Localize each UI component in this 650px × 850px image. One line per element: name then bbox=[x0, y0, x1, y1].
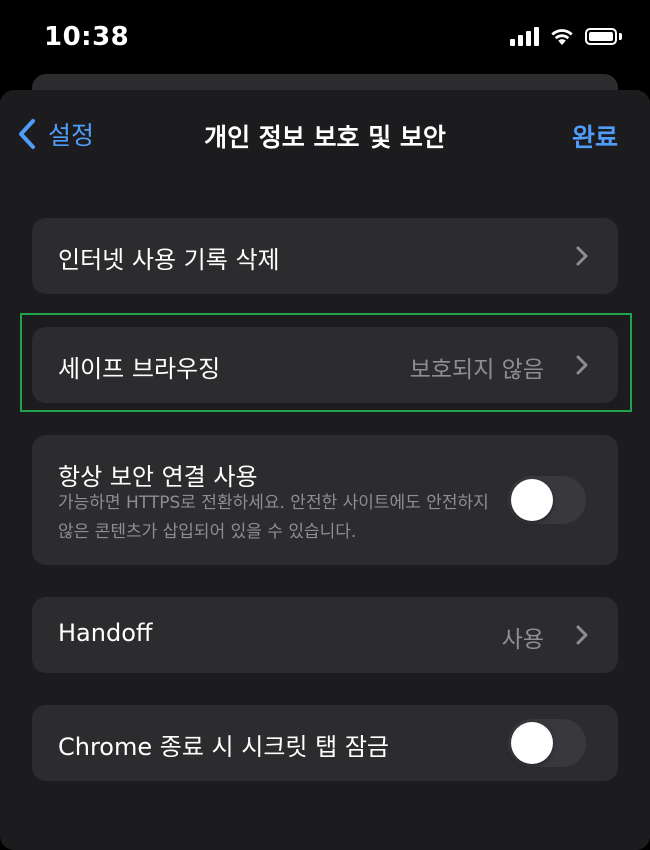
cellular-signal-icon bbox=[510, 26, 539, 46]
toggle-knob bbox=[511, 479, 553, 521]
wifi-icon bbox=[551, 29, 573, 45]
status-icons bbox=[510, 26, 622, 46]
safe-browsing-label: 세이프 브라우징 bbox=[58, 355, 221, 383]
lock-incognito-label: Chrome 종료 시 시크릿 탭 잠금 bbox=[58, 733, 390, 761]
chevron-right-icon bbox=[576, 246, 588, 266]
https-always-toggle[interactable] bbox=[508, 476, 586, 524]
handoff-row[interactable]: Handoff 사용 bbox=[32, 597, 618, 673]
https-always-description: 가능하면 HTTPS로 전환하세요. 안전한 사이트에도 안전하지 않은 콘텐츠… bbox=[58, 493, 489, 542]
chevron-right-icon bbox=[576, 625, 588, 645]
https-always-label: 항상 보안 연결 사용 bbox=[58, 463, 258, 491]
lock-incognito-toggle[interactable] bbox=[508, 719, 586, 767]
toggle-knob bbox=[511, 722, 553, 764]
status-time: 10:38 bbox=[44, 22, 130, 52]
clear-history-row[interactable]: 인터넷 사용 기록 삭제 bbox=[32, 218, 618, 294]
page-title: 개인 정보 보호 및 보안 bbox=[204, 123, 446, 152]
chevron-right-icon bbox=[576, 355, 588, 375]
safe-browsing-value: 보호되지 않음 bbox=[409, 357, 544, 383]
done-button[interactable]: 완료 bbox=[572, 118, 618, 154]
lock-incognito-row: Chrome 종료 시 시크릿 탭 잠금 bbox=[32, 705, 618, 781]
handoff-value: 사용 bbox=[501, 627, 544, 653]
battery-icon bbox=[585, 27, 622, 45]
handoff-label: Handoff bbox=[58, 619, 153, 647]
clear-history-label: 인터넷 사용 기록 삭제 bbox=[58, 246, 280, 274]
https-always-row: 항상 보안 연결 사용 가능하면 HTTPS로 전환하세요. 안전한 사이트에도… bbox=[32, 435, 618, 565]
safe-browsing-row[interactable]: 세이프 브라우징 보호되지 않음 bbox=[32, 327, 618, 403]
navigation-bar: 설정 개인 정보 보호 및 보안 완료 bbox=[0, 90, 650, 180]
status-bar: 10:38 bbox=[0, 0, 650, 80]
privacy-security-sheet: 설정 개인 정보 보호 및 보안 완료 인터넷 사용 기록 삭제 세이프 브라우… bbox=[0, 90, 650, 850]
